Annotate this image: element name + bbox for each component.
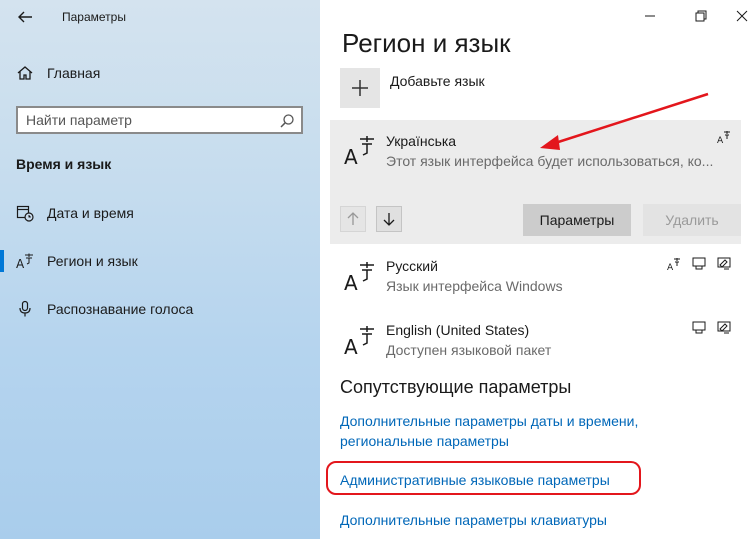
add-language-button[interactable]: Добавьте язык bbox=[340, 68, 640, 108]
handwriting-icon bbox=[717, 321, 731, 334]
admin-language-settings-link[interactable]: Административные языковые параметры bbox=[340, 470, 610, 490]
search-icon[interactable] bbox=[279, 113, 295, 129]
keyboard-settings-link[interactable]: Дополнительные параметры клавиатуры bbox=[340, 510, 607, 530]
svg-text:A: A bbox=[16, 257, 25, 270]
move-down-button[interactable] bbox=[376, 206, 402, 232]
speech-icon bbox=[692, 257, 706, 270]
date-time-region-link[interactable]: Дополнительные параметры даты и времени,… bbox=[340, 411, 638, 451]
arrow-down-icon bbox=[383, 213, 395, 226]
link-line-1: Дополнительные параметры даты и времени, bbox=[340, 413, 639, 429]
sidebar-item-date-time[interactable]: Дата и время bbox=[0, 193, 320, 233]
title-bar-left: Параметры bbox=[0, 0, 320, 34]
close-icon[interactable] bbox=[730, 6, 751, 26]
language-name: English (United States) bbox=[386, 322, 530, 338]
move-up-button[interactable] bbox=[340, 206, 366, 232]
main-content: Регион и язык Добавьте язык A Українська… bbox=[320, 0, 751, 539]
page-title: Регион и язык bbox=[342, 28, 511, 58]
handwriting-icon bbox=[717, 257, 731, 270]
sidebar-item-label: Дата и время bbox=[47, 205, 134, 221]
sidebar-item-label: Регион и язык bbox=[47, 253, 138, 269]
sidebar-item-speech[interactable]: Распознавание голоса bbox=[0, 289, 320, 329]
language-name: Русский bbox=[386, 258, 438, 274]
related-settings-heading: Сопутствующие параметры bbox=[340, 377, 572, 397]
calendar-clock-icon bbox=[16, 205, 34, 222]
home-icon bbox=[17, 66, 33, 80]
app-title: Параметры bbox=[62, 10, 126, 24]
language-description: Этот язык интерфейса будет использоватьс… bbox=[386, 153, 714, 169]
sidebar-item-region-language[interactable]: A Регион и язык bbox=[0, 241, 320, 281]
sidebar-item-label: Распознавание голоса bbox=[47, 301, 194, 317]
svg-text:A: A bbox=[344, 271, 358, 294]
plus-icon bbox=[352, 80, 368, 96]
arrow-up-icon bbox=[347, 212, 359, 225]
speech-icon bbox=[692, 321, 706, 334]
restore-icon[interactable] bbox=[688, 6, 712, 26]
language-description: Язык интерфейса Windows bbox=[386, 278, 563, 294]
search-input[interactable] bbox=[26, 111, 266, 129]
language-item-russian[interactable]: A Русский Язык интерфейса Windows A bbox=[330, 252, 741, 308]
language-name: Українська bbox=[386, 133, 457, 149]
minimize-icon[interactable] bbox=[638, 6, 662, 26]
language-pack-icon: A bbox=[667, 258, 680, 271]
language-a-icon: A bbox=[344, 262, 374, 294]
link-line-2: региональные параметры bbox=[340, 433, 509, 449]
back-arrow-icon[interactable] bbox=[14, 6, 36, 28]
language-a-icon: A bbox=[344, 136, 374, 168]
svg-text:A: A bbox=[667, 263, 674, 271]
microphone-icon bbox=[19, 300, 31, 317]
language-description: Доступен языковой пакет bbox=[386, 342, 552, 358]
language-item-ukrainian[interactable]: A Українська Этот язык интерфейса будет … bbox=[330, 120, 741, 244]
remove-language-button[interactable]: Удалить bbox=[643, 204, 741, 236]
add-language-tile bbox=[340, 68, 380, 108]
add-language-label: Добавьте язык bbox=[390, 73, 485, 89]
selection-indicator bbox=[0, 250, 4, 272]
language-a-icon: A bbox=[16, 253, 33, 270]
sidebar-item-home[interactable]: Главная bbox=[0, 53, 320, 93]
language-pack-icon: A bbox=[717, 131, 730, 144]
sidebar-item-label: Главная bbox=[47, 65, 101, 81]
search-field[interactable] bbox=[16, 106, 303, 134]
svg-text:A: A bbox=[344, 335, 358, 358]
section-heading: Время и язык bbox=[16, 156, 112, 172]
language-a-icon: A bbox=[344, 326, 374, 358]
svg-text:A: A bbox=[717, 136, 724, 144]
language-item-english[interactable]: A English (United States) Доступен языко… bbox=[330, 316, 741, 372]
language-options-button[interactable]: Параметры bbox=[523, 204, 631, 236]
svg-text:A: A bbox=[344, 145, 358, 168]
sidebar: Параметры Главная Время и язык Дата и вр… bbox=[0, 0, 320, 539]
